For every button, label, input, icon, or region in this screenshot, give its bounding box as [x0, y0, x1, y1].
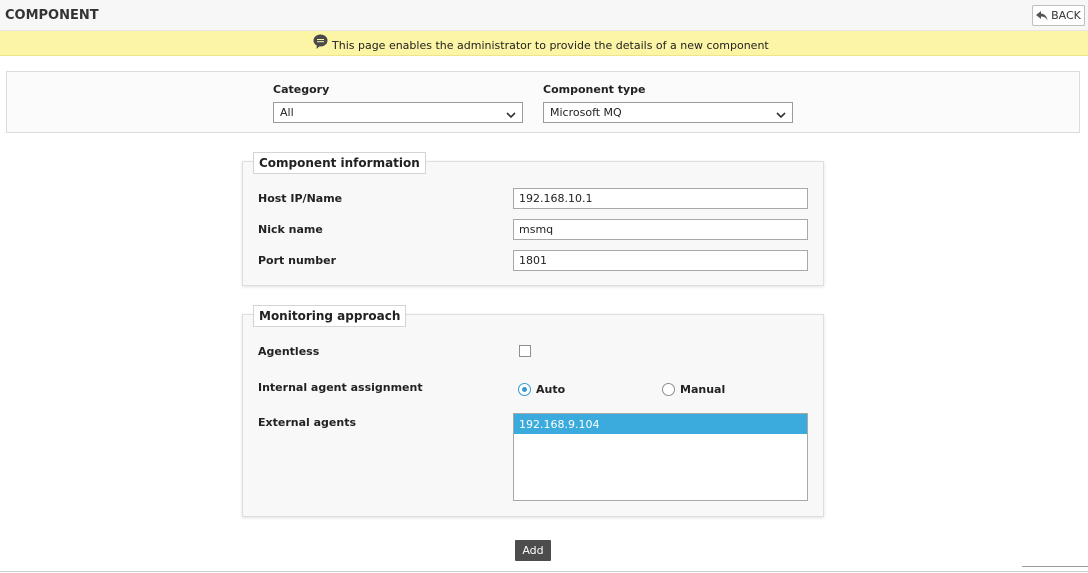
internal-agent-label: Internal agent assignment [258, 381, 423, 394]
category-label: Category [273, 83, 330, 96]
external-agents-listbox[interactable]: 192.168.9.104 [513, 413, 808, 501]
add-button[interactable]: Add [515, 540, 551, 561]
component-type-select-value: Microsoft MQ [550, 106, 622, 119]
back-button-label: BACK [1051, 9, 1081, 22]
port-number-label: Port number [258, 254, 337, 267]
port-number-input[interactable] [513, 250, 808, 271]
agentless-checkbox[interactable] [519, 345, 531, 357]
auto-radio[interactable] [518, 383, 531, 396]
host-ip-label: Host IP/Name [258, 192, 343, 205]
category-select-value: All [280, 106, 294, 119]
chevron-down-icon [776, 109, 786, 122]
component-type-select[interactable]: Microsoft MQ [543, 102, 793, 123]
banner-text: This page enables the administrator to p… [332, 39, 769, 52]
component-info-legend: Component information [253, 152, 426, 174]
host-ip-input[interactable] [513, 188, 808, 209]
page-title: COMPONENT [5, 8, 99, 23]
manual-radio[interactable] [662, 383, 675, 396]
divider [1022, 566, 1088, 567]
agentless-label: Agentless [258, 345, 320, 358]
divider [0, 571, 1088, 572]
back-arrow-icon [1036, 10, 1048, 21]
category-select[interactable]: All [273, 102, 523, 123]
nick-name-label: Nick name [258, 223, 323, 236]
comment-icon [313, 34, 328, 53]
auto-radio-label[interactable]: Auto [536, 383, 565, 396]
monitoring-legend: Monitoring approach [253, 305, 407, 327]
list-item[interactable]: 192.168.9.104 [514, 414, 807, 434]
manual-radio-label[interactable]: Manual [680, 383, 725, 396]
component-type-label: Component type [543, 83, 646, 96]
page-header [0, 0, 1088, 31]
nick-name-input[interactable] [513, 219, 808, 240]
external-agents-label: External agents [258, 416, 357, 429]
chevron-down-icon [506, 109, 516, 122]
back-button[interactable]: BACK [1032, 5, 1085, 26]
